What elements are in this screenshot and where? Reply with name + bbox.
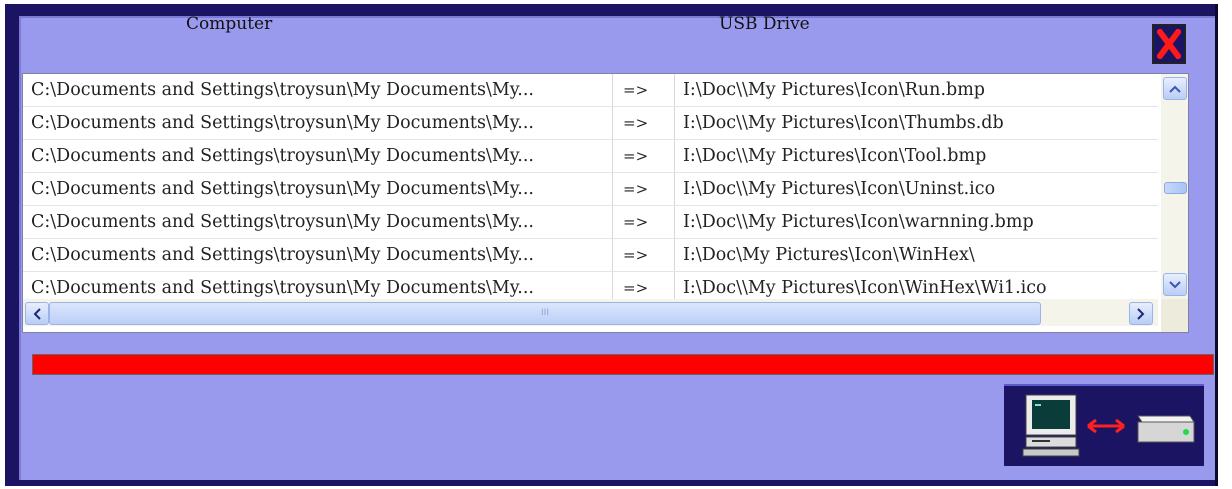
destination-path-cell: I:\Doc\\My Pictures\Icon\Tool.bmp xyxy=(683,146,987,166)
transfer-button[interactable] xyxy=(1004,384,1204,466)
destination-path-cell: I:\Doc\\My Pictures\Icon\WinHex\Wi1.ico xyxy=(683,278,1047,298)
arrow-cell: => xyxy=(613,239,675,271)
table-row[interactable]: C:\Documents and Settings\troysun\My Doc… xyxy=(23,173,1158,206)
scroll-down-button[interactable] xyxy=(1163,273,1187,296)
arrow-cell: => xyxy=(613,173,675,205)
chevron-down-icon xyxy=(1169,280,1181,288)
scrollbar-corner xyxy=(1161,299,1188,332)
scroll-up-button[interactable] xyxy=(1163,77,1187,100)
window-edge xyxy=(1215,4,1230,486)
horizontal-scroll-thumb[interactable]: III xyxy=(49,302,1041,325)
computer-column-label: Computer xyxy=(186,14,273,34)
destination-path-cell: I:\Doc\\My Pictures\Icon\Uninst.ico xyxy=(683,179,996,199)
destination-path-cell: I:\Doc\\My Pictures\Icon\warnning.bmp xyxy=(683,212,1034,232)
vertical-scrollbar[interactable] xyxy=(1161,74,1188,299)
source-path-cell: C:\Documents and Settings\troysun\My Doc… xyxy=(23,173,613,205)
arrow-cell: => xyxy=(613,107,675,139)
source-path-cell: C:\Documents and Settings\troysun\My Doc… xyxy=(23,206,613,238)
arrow-cell: => xyxy=(613,206,675,238)
table-row[interactable]: C:\Documents and Settings\troysun\My Doc… xyxy=(23,272,1158,299)
sync-arrow-icon xyxy=(1087,418,1125,434)
table-row[interactable]: C:\Documents and Settings\troysun\My Doc… xyxy=(23,140,1158,173)
scroll-left-button[interactable] xyxy=(25,302,49,325)
usb-drive-column-label: USB Drive xyxy=(719,14,810,34)
chevron-left-icon xyxy=(33,307,41,320)
table-row[interactable]: C:\Documents and Settings\troysun\My Doc… xyxy=(23,239,1158,272)
source-path-cell: C:\Documents and Settings\troysun\My Doc… xyxy=(23,140,613,172)
arrow-cell: => xyxy=(613,272,675,299)
file-rows: C:\Documents and Settings\troysun\My Doc… xyxy=(23,74,1158,299)
vertical-scroll-thumb[interactable] xyxy=(1164,182,1187,194)
progress-fill xyxy=(33,355,1213,374)
close-x-icon xyxy=(1157,29,1181,59)
arrow-cell: => xyxy=(613,74,675,106)
table-row[interactable]: C:\Documents and Settings\troysun\My Doc… xyxy=(23,206,1158,239)
destination-path-cell: I:\Doc\\My Pictures\Icon\Run.bmp xyxy=(683,80,986,100)
transfer-graphic xyxy=(1022,394,1195,457)
destination-path-cell: I:\Doc\My Pictures\Icon\WinHex\ xyxy=(683,245,975,265)
table-row[interactable]: C:\Documents and Settings\troysun\My Doc… xyxy=(23,74,1158,107)
chevron-up-icon xyxy=(1169,85,1181,93)
usb-drive-icon xyxy=(1137,415,1195,443)
destination-path-cell: I:\Doc\\My Pictures\Icon\Thumbs.db xyxy=(683,113,1004,133)
arrow-cell: => xyxy=(613,140,675,172)
chevron-right-icon xyxy=(1137,307,1145,320)
table-row[interactable]: C:\Documents and Settings\troysun\My Doc… xyxy=(23,107,1158,140)
scroll-right-button[interactable] xyxy=(1129,302,1153,325)
computer-icon xyxy=(1022,394,1080,457)
source-path-cell: C:\Documents and Settings\troysun\My Doc… xyxy=(23,272,613,299)
close-button[interactable] xyxy=(1152,24,1186,64)
progress-bar xyxy=(32,354,1214,375)
source-path-cell: C:\Documents and Settings\troysun\My Doc… xyxy=(23,107,613,139)
file-transfer-list[interactable]: C:\Documents and Settings\troysun\My Doc… xyxy=(22,73,1189,333)
horizontal-scrollbar[interactable]: III xyxy=(23,299,1158,326)
source-path-cell: C:\Documents and Settings\troysun\My Doc… xyxy=(23,239,613,271)
source-path-cell: C:\Documents and Settings\troysun\My Doc… xyxy=(23,74,613,106)
